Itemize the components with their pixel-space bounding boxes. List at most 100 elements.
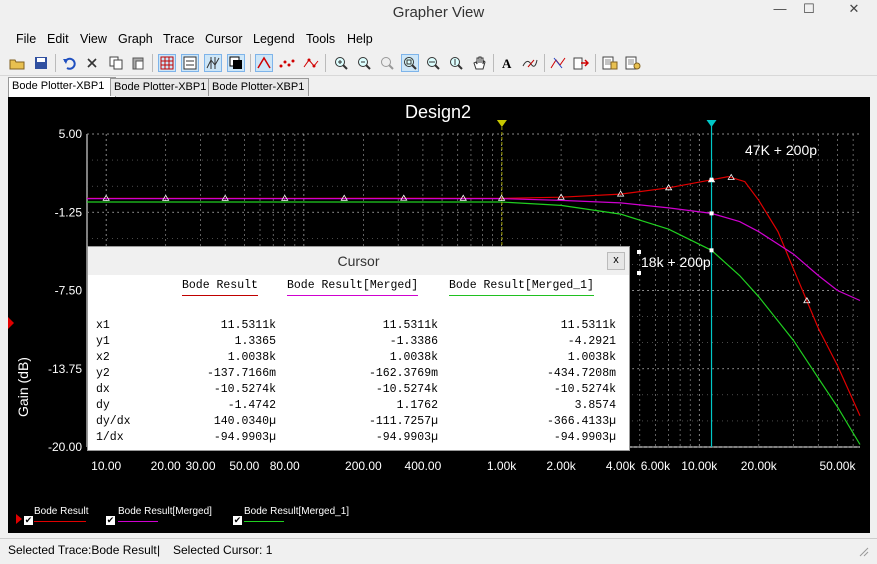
menu-graph[interactable]: Graph [118, 32, 153, 46]
cursor-panel-header[interactable]: Cursor x [88, 247, 629, 275]
cursors-toggle-icon[interactable] [204, 54, 222, 72]
cursor-panel[interactable]: Cursor x Bode Result Bode Result[Merged]… [87, 246, 630, 451]
annotation-handle[interactable] [637, 271, 641, 275]
zoom-y-icon[interactable] [447, 54, 465, 72]
maximize-button[interactable]: ☐ [796, 0, 822, 20]
cursor-value-cell: -137.7166m [206, 367, 276, 380]
cursor-row-label: dy [96, 399, 110, 412]
paste-icon[interactable] [129, 54, 147, 72]
cursor-value-cell: -94.9903µ [553, 431, 616, 444]
cursor-value-cell: 11.5311k [560, 319, 616, 332]
zoom-out-icon[interactable] [355, 54, 373, 72]
menu-help[interactable]: Help [347, 32, 373, 46]
legend-label: Bode Result [34, 506, 89, 517]
x-tick-label: 20.00 [151, 459, 181, 473]
close-icon[interactable]: x [607, 252, 625, 270]
x-tick-label: 10.00k [681, 459, 718, 473]
cursor-value-cell: 1.0038k [567, 351, 616, 364]
pan-hand-icon[interactable] [470, 54, 488, 72]
menu-legend[interactable]: Legend [253, 32, 295, 46]
grid-icon[interactable] [158, 54, 176, 72]
cursor-row-label: 1/dx [96, 431, 124, 444]
legend-label: Bode Result[Merged_1] [244, 506, 350, 517]
zoom-in-icon[interactable] [332, 54, 350, 72]
cursor-value-cell: 3.8574 [574, 399, 616, 412]
column-header-merged: Bode Result[Merged] [287, 279, 419, 296]
menu-cursor[interactable]: Cursor [205, 32, 243, 46]
toolbar: A [0, 51, 877, 76]
tab-bode-plotter-3[interactable]: Bode Plotter-XBP1 [208, 78, 309, 96]
y-tick-label: -1.25 [55, 205, 83, 219]
trace-properties-icon[interactable] [521, 54, 539, 72]
tab-bode-plotter-2[interactable]: Bode Plotter-XBP1 [110, 78, 211, 96]
cursor-handle-icon [706, 120, 717, 127]
overlay-icon[interactable] [227, 54, 245, 72]
cursor-value-cell: -4.2921 [567, 335, 616, 348]
legend-checkbox[interactable]: ✔ [24, 516, 33, 525]
save-icon[interactable] [32, 54, 50, 72]
trace-marker-icon [8, 317, 14, 329]
resize-grip-icon[interactable] [857, 545, 869, 560]
status-selected-trace: Selected Trace:Bode Result [8, 543, 157, 557]
cursor-value-cell: -366.4133µ [546, 415, 616, 428]
status-selected-cursor: Selected Cursor: 1 [173, 543, 273, 557]
dot-plot-icon[interactable] [278, 54, 296, 72]
cursor-row-label: x1 [96, 319, 110, 332]
cursor-intersection [709, 248, 714, 253]
annotation-handle[interactable] [637, 250, 641, 254]
x-tick-label: 4.00k [606, 459, 636, 473]
legend-label: Bode Result[Merged] [118, 506, 212, 517]
cut-icon[interactable] [83, 54, 101, 72]
chart-title: Design2 [405, 102, 471, 122]
menu-edit[interactable]: Edit [47, 32, 69, 46]
cursor-value-cell: -1.4742 [227, 399, 276, 412]
annotation-47k: 47K + 200p [745, 142, 817, 158]
legend-checkbox[interactable]: ✔ [106, 516, 115, 525]
cursor-value-cell: -94.9903µ [213, 431, 276, 444]
y-tick-label: -13.75 [48, 362, 82, 376]
legend-line [118, 521, 158, 522]
x-tick-label: 20.00k [741, 459, 778, 473]
menu-trace[interactable]: Trace [163, 32, 195, 46]
x-tick-label: 200.00 [345, 459, 382, 473]
column-header-bode-result: Bode Result [182, 279, 258, 296]
legend-toggle-icon[interactable] [181, 54, 199, 72]
cursor-value-cell: 1.3365 [234, 335, 276, 348]
minimize-button[interactable]: — [767, 0, 793, 20]
line-plot-icon[interactable] [255, 54, 273, 72]
legend-line [244, 521, 284, 522]
open-icon[interactable] [8, 54, 26, 72]
crosshair-icon[interactable] [549, 54, 567, 72]
status-bar: Selected Trace:Bode Result | Selected Cu… [0, 538, 877, 561]
zoom-area-icon[interactable] [378, 54, 396, 72]
cursor-row-label: dx [96, 383, 110, 396]
status-separator: | [157, 543, 161, 557]
y-tick-label: -7.50 [55, 284, 83, 298]
line-dot-plot-icon[interactable] [302, 54, 320, 72]
x-tick-label: 50.00k [819, 459, 856, 473]
column-header-merged-1: Bode Result[Merged_1] [449, 279, 594, 296]
title-bar: Grapher View — ☐ ✕ [0, 0, 877, 28]
text-icon[interactable]: A [498, 54, 516, 72]
menu-file[interactable]: File [16, 32, 36, 46]
cursor-value-cell: -162.3769m [368, 367, 438, 380]
copy-icon[interactable] [107, 54, 125, 72]
y-tick-labels: 5.00 -1.25 -7.50 -13.75 -20.00 [48, 127, 82, 454]
cursor-value-cell: -10.5274k [375, 383, 438, 396]
x-tick-label: 400.00 [405, 459, 442, 473]
print-preview-icon[interactable] [601, 54, 619, 72]
close-button[interactable]: ✕ [837, 0, 871, 20]
tab-bode-plotter-1[interactable]: Bode Plotter-XBP1 [8, 77, 116, 97]
cursor-value-cell: 1.1762 [396, 399, 438, 412]
zoom-full-icon[interactable] [401, 54, 419, 72]
x-tick-label: 2.00k [546, 459, 576, 473]
menu-tools[interactable]: Tools [306, 32, 335, 46]
export-icon[interactable] [572, 54, 590, 72]
undo-icon[interactable] [60, 54, 78, 72]
zoom-x-icon[interactable] [424, 54, 442, 72]
print-icon[interactable] [624, 54, 642, 72]
cursor-intersection [709, 211, 714, 216]
menu-view[interactable]: View [80, 32, 107, 46]
cursor-row-label: dy/dx [96, 415, 131, 428]
legend-checkbox[interactable]: ✔ [233, 516, 242, 525]
